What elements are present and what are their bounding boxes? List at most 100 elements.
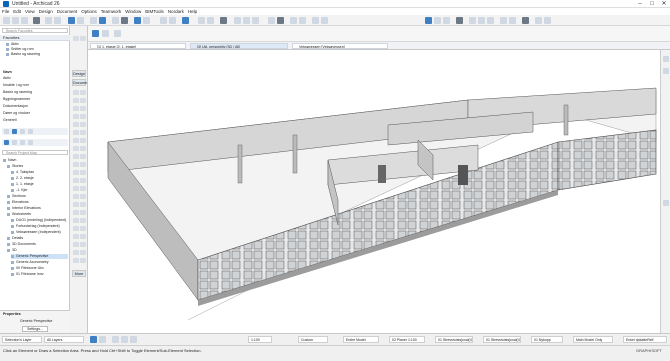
view-list-item[interactable]: Bygningsrammer (3, 97, 30, 102)
toolbox-design-tab[interactable]: Design (72, 70, 86, 77)
elevation-tool-icon[interactable] (80, 202, 86, 207)
slab-tool-icon[interactable] (80, 98, 86, 103)
tab-floor-plan[interactable]: [1] 1. etasje [2. 1. etasje] (90, 43, 186, 49)
scroll-icon[interactable] (663, 200, 669, 206)
tree-item[interactable]: Sections (7, 194, 26, 199)
view-list-item[interactable]: Aktiv (3, 76, 11, 81)
menu-document[interactable]: Document (57, 8, 78, 15)
selection-tool-icon[interactable] (425, 17, 432, 24)
view-list-item[interactable]: Generell (3, 118, 17, 123)
spline-tool-icon[interactable] (73, 186, 79, 191)
geometry-method-icon[interactable] (102, 30, 109, 37)
lock-icon[interactable] (535, 17, 542, 24)
new-file-icon[interactable] (3, 17, 10, 24)
filter-icon[interactable] (434, 17, 441, 24)
undo-view-icon[interactable] (90, 336, 97, 343)
revision-cloud-icon[interactable] (73, 250, 79, 255)
publisher-icon[interactable] (28, 129, 33, 134)
marquee-icon[interactable] (77, 17, 84, 24)
polyline-tool-icon[interactable] (80, 178, 86, 183)
measure-icon[interactable] (234, 17, 241, 24)
redo-view-icon[interactable] (99, 336, 106, 343)
lamp-tool-icon[interactable] (80, 138, 86, 143)
arrow-icon[interactable] (73, 36, 79, 41)
tree-item[interactable]: Elevations (7, 200, 29, 205)
tree-item[interactable]: Navn (3, 158, 16, 163)
worksheet-tool-icon[interactable] (80, 210, 86, 215)
tree-item[interactable]: DUO1 (endeling) (Independent) (11, 218, 66, 223)
tree-item[interactable]: Generic Axonometry (11, 260, 49, 265)
label-tool-icon[interactable] (80, 162, 86, 167)
minimize-button[interactable]: – (634, 0, 646, 8)
magic-wand-icon[interactable] (99, 17, 106, 24)
graphic-override-dropdown[interactable]: 01 Stressfunksjonal(4) (435, 336, 473, 343)
redo-icon[interactable] (54, 17, 61, 24)
tree-item[interactable]: 4. Taksplan (11, 170, 34, 175)
line-tool-icon[interactable] (80, 170, 86, 175)
grid-icon[interactable] (207, 17, 214, 24)
wall-tool-icon[interactable] (73, 90, 79, 95)
detail-tool-icon[interactable] (73, 210, 79, 215)
dimension-dropdown[interactable]: 01 Stressfunksjonal(4) (483, 336, 521, 343)
menu-design[interactable]: Design (39, 8, 53, 15)
distribute-icon[interactable] (509, 17, 516, 24)
view-settings-icon[interactable] (114, 30, 121, 37)
tree-item[interactable]: Worksheets (7, 212, 31, 217)
orbit-icon[interactable] (290, 17, 297, 24)
elements-icon[interactable] (443, 17, 450, 24)
zoom-out-icon[interactable] (252, 17, 259, 24)
view-list-item[interactable]: Basisr og rasering (3, 90, 32, 95)
snap-icon[interactable] (198, 17, 205, 24)
change-tool-icon[interactable] (73, 218, 79, 223)
tree-item[interactable]: 1. 1. etasje (11, 182, 34, 187)
hotspot-tool-icon[interactable] (80, 186, 86, 191)
view-list-item[interactable]: Innakte i og rom (3, 83, 29, 88)
tree-item[interactable]: 00 Fiteksone Ukv (11, 266, 44, 271)
layer-combination-dropdown[interactable]: Custom (298, 336, 328, 343)
menu-window[interactable]: Window (125, 8, 141, 15)
unlock-icon[interactable] (544, 17, 551, 24)
tree-item-selected[interactable]: Generic Perspective (11, 254, 68, 259)
view-tree-icon[interactable] (12, 140, 17, 145)
shell-tool-icon[interactable] (80, 114, 86, 119)
interior-elevation-icon[interactable] (80, 226, 86, 231)
fit-window-icon[interactable] (268, 17, 275, 24)
tree-item[interactable]: 01 Filetoane Innv (11, 272, 44, 277)
model-view-dropdown[interactable]: Entire Model (343, 336, 379, 343)
toolbox-more-tab[interactable]: More (72, 270, 86, 277)
marquee-tool-icon[interactable] (80, 36, 86, 41)
trace-icon[interactable] (134, 17, 141, 24)
pen-set-dropdown[interactable]: 02 Planer 1:100 (389, 336, 425, 343)
object-tool-icon[interactable] (73, 138, 79, 143)
angle-dimension-icon[interactable] (73, 242, 79, 247)
cut-icon[interactable] (469, 17, 476, 24)
align-icon[interactable] (500, 17, 507, 24)
renovation-filter-dropdown[interactable]: 01 Nykopp (531, 336, 563, 343)
tree-item[interactable]: Stories (7, 164, 23, 169)
teamwork-icon[interactable] (220, 17, 227, 24)
display-option-dropdown[interactable]: Enkel dpkatteRelf (623, 336, 667, 343)
reference-icon[interactable] (143, 17, 150, 24)
dimension-tool-icon[interactable] (80, 154, 86, 159)
view-list-item[interactable]: Dokumentasjon (3, 104, 28, 109)
tree-item[interactable]: 3D Documents (7, 242, 36, 247)
menu-view[interactable]: View (25, 8, 35, 15)
all-layers-dropdown[interactable]: All Layers (44, 336, 84, 343)
zoom-in-icon[interactable] (243, 17, 250, 24)
door-tool-icon[interactable] (73, 130, 79, 135)
tree-item[interactable]: 2. 2. etasje (11, 176, 34, 181)
radial-dimension-icon[interactable] (73, 234, 79, 239)
floor-plan-icon[interactable] (160, 17, 167, 24)
zoom-in-bottom-icon[interactable] (112, 336, 119, 343)
tree-item[interactable]: Details (7, 236, 23, 241)
section-icon[interactable] (169, 17, 176, 24)
layout-book-icon[interactable] (20, 129, 25, 134)
north-icon[interactable] (80, 250, 86, 255)
close-button[interactable]: ✕ (658, 0, 670, 8)
text-tool-icon[interactable] (73, 162, 79, 167)
project-map-search-input[interactable]: Search Project Map (2, 150, 68, 155)
structure-display-dropdown[interactable]: Main Model Only (573, 336, 613, 343)
tree-item[interactable]: -1. Kjer (11, 188, 28, 193)
fit-bottom-icon[interactable] (130, 336, 137, 343)
favorite-item[interactable]: Basisr og rasering (6, 52, 40, 57)
